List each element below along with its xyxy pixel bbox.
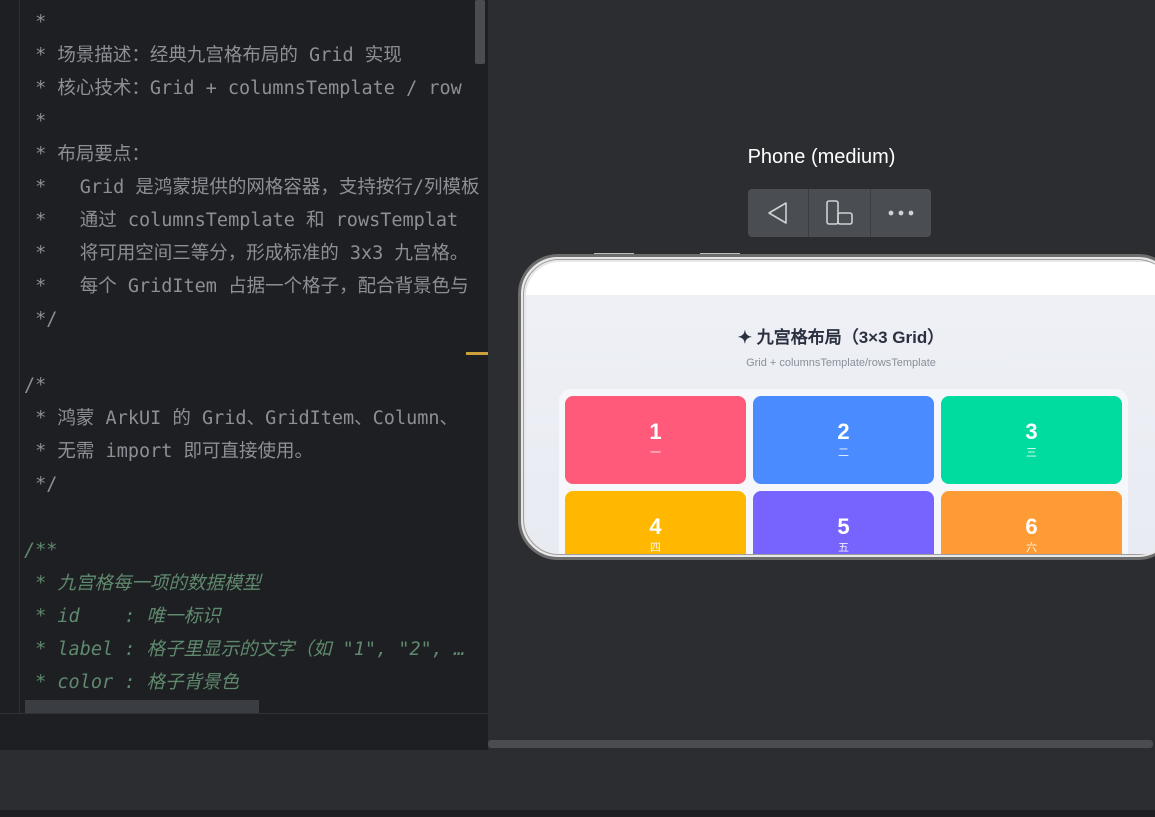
code-line[interactable]: * 九宫格每一项的数据模型 (24, 567, 480, 600)
code-line[interactable] (24, 336, 480, 369)
grid-item[interactable]: 6六 (941, 491, 1122, 554)
grid-item-number: 2 (837, 419, 850, 444)
grid-item[interactable]: 3三 (941, 396, 1122, 484)
code-line[interactable]: /** (24, 534, 480, 567)
bottom-tool-panel (0, 750, 1155, 810)
grid-item[interactable]: 5五 (753, 491, 934, 554)
code-line[interactable]: * 每个 GridItem 占据一个格子，配合背景色与 (24, 270, 480, 303)
grid-item-label: 一 (650, 446, 661, 459)
code-line[interactable]: * label : 格子里显示的文字（如 "1", "2", … (24, 633, 480, 666)
more-button[interactable] (871, 189, 931, 237)
code-line[interactable]: * 布局要点： (24, 138, 480, 171)
device-title: Phone (medium) (747, 146, 896, 168)
grid-item-number: 6 (1025, 514, 1038, 539)
code-line[interactable]: * color : 格子背景色 (24, 666, 480, 699)
phone-frame: ✦ 九宫格布局（3×3 Grid） Grid + columnsTemplate… (518, 254, 1155, 560)
back-button[interactable] (748, 189, 810, 237)
code-line[interactable]: * (24, 105, 480, 138)
caret-line-highlight (25, 700, 259, 713)
code-line[interactable]: /* (24, 369, 480, 402)
code-line[interactable]: * 鸿蒙 ArkUI 的 Grid、GridItem、Column、 (24, 402, 480, 435)
grid-item[interactable]: 1一 (565, 396, 746, 484)
code-lines[interactable]: * * 场景描述：经典九宫格布局的 Grid 实现 * 核心技术：Grid + … (24, 6, 480, 713)
code-line[interactable]: * 核心技术：Grid + columnsTemplate / row (24, 72, 480, 105)
grid-container: 1一2二3三4四5五6六 (559, 389, 1128, 554)
code-line[interactable]: * 无需 import 即可直接使用。 (24, 435, 480, 468)
status-bar (526, 262, 1155, 295)
code-line[interactable]: */ (24, 468, 480, 501)
grid-item-number: 3 (1025, 419, 1038, 444)
code-line[interactable]: * Grid 是鸿蒙提供的网格容器，支持按行/列模板 (24, 171, 479, 204)
grid-item-label: 三 (1026, 446, 1037, 459)
status-bar-strip (0, 810, 1155, 817)
triangle-left-icon (768, 202, 787, 224)
editor-vertical-scrollbar[interactable] (475, 0, 485, 64)
code-line[interactable]: * (24, 6, 480, 39)
code-line[interactable]: * 将可用空间三等分，形成标准的 3x3 九宫格。 (24, 237, 480, 270)
device-rotate-icon (826, 200, 854, 225)
grid-item[interactable]: 2二 (753, 396, 934, 484)
code-line[interactable]: * 通过 columnsTemplate 和 rowsTemplat (24, 204, 480, 237)
page-title: ✦ 九宫格布局（3×3 Grid） (737, 328, 945, 347)
grid-item-label: 五 (838, 541, 849, 554)
code-line[interactable]: * id : 唯一标识 (24, 600, 480, 633)
grid-item-label: 二 (838, 446, 849, 459)
app-page: ✦ 九宫格布局（3×3 Grid） Grid + columnsTemplate… (526, 295, 1155, 554)
fold-marker[interactable] (466, 352, 488, 355)
gutter-divider (19, 0, 20, 713)
grid-item-label: 六 (1026, 541, 1037, 554)
preview-horizontal-scrollbar[interactable] (488, 740, 1153, 748)
page-subtitle: Grid + columnsTemplate/rowsTemplate (746, 357, 936, 369)
nine-grid: 1一2二3三4四5五6六 (565, 396, 1122, 554)
phone-screen[interactable]: ✦ 九宫格布局（3×3 Grid） Grid + columnsTemplate… (526, 262, 1155, 554)
editor-footer (0, 713, 488, 751)
grid-item-number: 5 (837, 514, 850, 539)
code-line[interactable]: * 场景描述：经典九宫格布局的 Grid 实现 (24, 39, 480, 72)
grid-item-number: 4 (649, 514, 662, 539)
more-horizontal-icon (888, 210, 914, 216)
rotate-device-button[interactable] (809, 189, 871, 237)
grid-item[interactable]: 4四 (565, 491, 746, 554)
code-line[interactable] (24, 501, 480, 534)
grid-item-number: 1 (649, 419, 662, 444)
code-line[interactable]: */ (24, 303, 480, 336)
previewer-panel: Phone (medium) ✦ 九宫格布局（3×3 Grid） Grid + … (488, 0, 1155, 750)
code-editor[interactable]: * * 场景描述：经典九宫格布局的 Grid 实现 * 核心技术：Grid + … (0, 0, 488, 713)
previewer-toolbar (748, 189, 931, 237)
grid-item-label: 四 (650, 541, 661, 554)
